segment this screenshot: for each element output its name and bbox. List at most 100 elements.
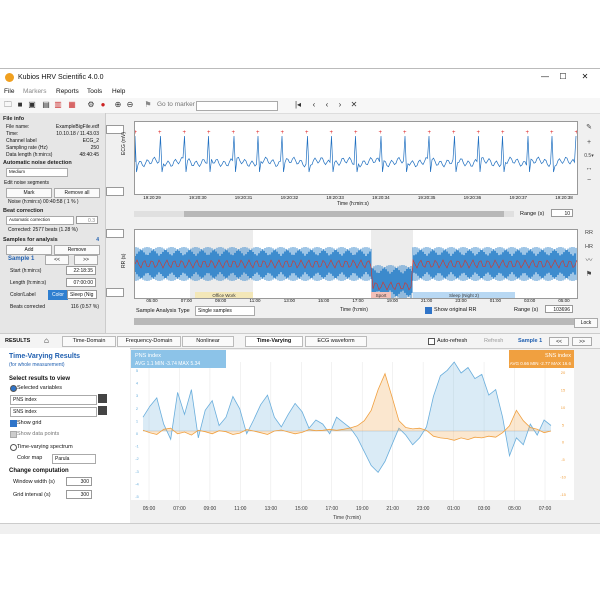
remove-sample-button[interactable]: Remove bbox=[54, 245, 100, 255]
time-varying-chart[interactable]: PNS index AVG 1.1 MIN -3.74 MAX 5.34 SNS i… bbox=[131, 350, 574, 521]
rr-chart[interactable]: Office Work Sport Sleep (Night 2) bbox=[134, 229, 578, 299]
maximize-icon[interactable]: ☐ bbox=[556, 72, 570, 81]
report-icon[interactable]: ▤ bbox=[41, 100, 51, 110]
save-icon[interactable]: ■ bbox=[15, 100, 25, 110]
tv-spectrum-radio[interactable] bbox=[10, 444, 17, 451]
var1-color-icon[interactable] bbox=[98, 394, 107, 403]
ecg-scrollbar[interactable] bbox=[134, 211, 514, 217]
gain-icon[interactable]: 0.5▾ bbox=[580, 153, 598, 159]
settings-icon[interactable]: ⚙ bbox=[86, 100, 96, 110]
menu-file[interactable]: File bbox=[4, 88, 14, 95]
x-tick-label: 15:00 bbox=[318, 298, 330, 303]
add-sample-button[interactable]: Add bbox=[6, 245, 52, 255]
channel-value: ECG_2 bbox=[82, 138, 99, 144]
show-original-checkbox[interactable] bbox=[425, 307, 432, 314]
length-input[interactable]: 07:00:00 bbox=[66, 278, 96, 287]
tab-frequency-domain[interactable]: Frequency-Domain bbox=[117, 336, 181, 347]
auto-refresh-checkbox[interactable] bbox=[428, 338, 435, 345]
rr-range-input[interactable]: 103696 bbox=[545, 305, 573, 313]
threshold-input[interactable]: 0.3 bbox=[76, 216, 98, 224]
colormap-select[interactable]: Parula bbox=[52, 454, 96, 464]
sampling-rate-label: Sampling rate (Hz) bbox=[6, 145, 48, 151]
show-points-checkbox[interactable] bbox=[10, 431, 17, 438]
rr-scrollbar[interactable] bbox=[134, 318, 574, 325]
prev-page-icon[interactable]: ‹ bbox=[309, 100, 319, 110]
left-tick-label: -4 bbox=[135, 481, 139, 486]
pencil-icon[interactable]: ✎ bbox=[580, 123, 598, 131]
ecg-chart[interactable]: + + + + + + + + + + + + + + + + + + + bbox=[134, 121, 579, 195]
r-peak-marker: + bbox=[575, 130, 578, 136]
trend-icon[interactable]: 〰 bbox=[580, 255, 598, 265]
prev-icon[interactable]: ‹ bbox=[322, 100, 332, 110]
first-page-icon[interactable]: |◂ bbox=[293, 100, 303, 110]
pdf-icon[interactable]: ▥ bbox=[53, 100, 63, 110]
tab-time-domain[interactable]: Time-Domain bbox=[62, 336, 116, 347]
zoom-in-icon[interactable]: ⊕ bbox=[113, 100, 123, 110]
mark-button[interactable]: Mark bbox=[6, 188, 52, 198]
start-input[interactable]: 22:18:35 bbox=[66, 266, 96, 275]
label-input[interactable]: Sleep (Nig bbox=[67, 290, 97, 299]
lock-button[interactable]: Lock bbox=[574, 318, 598, 328]
flag-icon[interactable]: ⚑ bbox=[143, 100, 153, 110]
var2-color-icon[interactable] bbox=[98, 406, 107, 415]
ecg-range-input[interactable]: 10 bbox=[551, 209, 573, 217]
plus-icon[interactable]: + bbox=[580, 139, 598, 146]
rr-ymin-input[interactable] bbox=[106, 288, 124, 297]
grid-interval-label: Grid interval (s) bbox=[13, 492, 51, 498]
x-tick-label: 19:20:31 bbox=[234, 195, 253, 200]
selected-variables-radio[interactable] bbox=[10, 385, 17, 392]
show-grid-checkbox[interactable] bbox=[10, 420, 17, 427]
tab-ecg-waveform[interactable]: ECG waveform bbox=[305, 336, 367, 347]
window-title: Kubios HRV Scientific 4.0.0 bbox=[18, 74, 104, 81]
close-icon[interactable]: ✕ bbox=[349, 100, 359, 110]
marker-dropdown[interactable] bbox=[196, 101, 278, 111]
tab-nonlinear[interactable]: Nonlinear bbox=[182, 336, 234, 347]
colormap-label: Color map bbox=[17, 455, 43, 461]
beat-method-select[interactable]: Automatic correction bbox=[6, 216, 74, 225]
var2-select[interactable]: SNS index bbox=[10, 407, 97, 417]
rr-mode-button[interactable]: RR bbox=[580, 230, 598, 236]
status-bar bbox=[0, 523, 600, 534]
noise-level-select[interactable]: Medium bbox=[6, 168, 68, 177]
hr-mode-button[interactable]: HR bbox=[580, 244, 598, 250]
menu-markers[interactable]: Markers bbox=[23, 88, 46, 95]
home-icon[interactable]: ⌂ bbox=[44, 336, 49, 345]
info-icon[interactable]: ● bbox=[98, 100, 108, 110]
save-as-icon[interactable]: ▣ bbox=[27, 100, 37, 110]
r-peak-marker: + bbox=[183, 130, 187, 136]
grid-interval-input[interactable]: 300 bbox=[66, 490, 92, 499]
window-width-input[interactable]: 300 bbox=[66, 477, 92, 486]
zoom-out-icon[interactable]: ⊖ bbox=[125, 100, 135, 110]
rr-ymax-input[interactable] bbox=[106, 229, 124, 238]
minus-icon[interactable]: − bbox=[580, 177, 598, 184]
menu-reports[interactable]: Reports bbox=[56, 88, 79, 95]
menu-help[interactable]: Help bbox=[112, 88, 125, 95]
minimize-icon[interactable]: — bbox=[538, 72, 552, 81]
select-results-heading: Select results to view bbox=[9, 376, 71, 382]
prev-sample-button[interactable]: << bbox=[45, 255, 69, 265]
goto-marker-label: Go to marker bbox=[157, 101, 195, 108]
flag-marker-icon[interactable]: ⚑ bbox=[580, 270, 598, 278]
r-peak-marker: + bbox=[207, 130, 211, 136]
next-icon[interactable]: › bbox=[335, 100, 345, 110]
horizontal-zoom-icon[interactable]: ↔ bbox=[580, 165, 598, 172]
results-next-button[interactable]: >> bbox=[572, 337, 592, 346]
results-prev-button[interactable]: << bbox=[549, 337, 569, 346]
tab-time-varying[interactable]: Time-Varying bbox=[245, 336, 303, 347]
refresh-button[interactable]: Refresh bbox=[484, 338, 503, 344]
right-tick-label: 0 bbox=[562, 440, 565, 445]
sample-type-select[interactable]: Single samples bbox=[195, 306, 255, 316]
var1-select[interactable]: PNS index bbox=[10, 395, 97, 405]
file-name-value: ExampleBigFile.edf bbox=[55, 124, 99, 130]
remove-all-button[interactable]: Remove all bbox=[54, 188, 100, 198]
ecg-ymin-input[interactable] bbox=[106, 187, 124, 196]
color-button[interactable]: Color bbox=[48, 290, 68, 300]
rr-plot: Office Work Sport Sleep (Night 2) bbox=[134, 230, 578, 299]
close-window-icon[interactable]: ✕ bbox=[578, 72, 592, 81]
next-sample-button[interactable]: >> bbox=[74, 255, 98, 265]
menu-tools[interactable]: Tools bbox=[87, 88, 102, 95]
x-tick-label: 19:20:35 bbox=[417, 195, 436, 200]
export-icon[interactable]: ▦ bbox=[67, 100, 77, 110]
x-tick-label: 01:00 bbox=[447, 506, 460, 512]
open-folder-icon[interactable]: 🗀 bbox=[3, 100, 13, 110]
